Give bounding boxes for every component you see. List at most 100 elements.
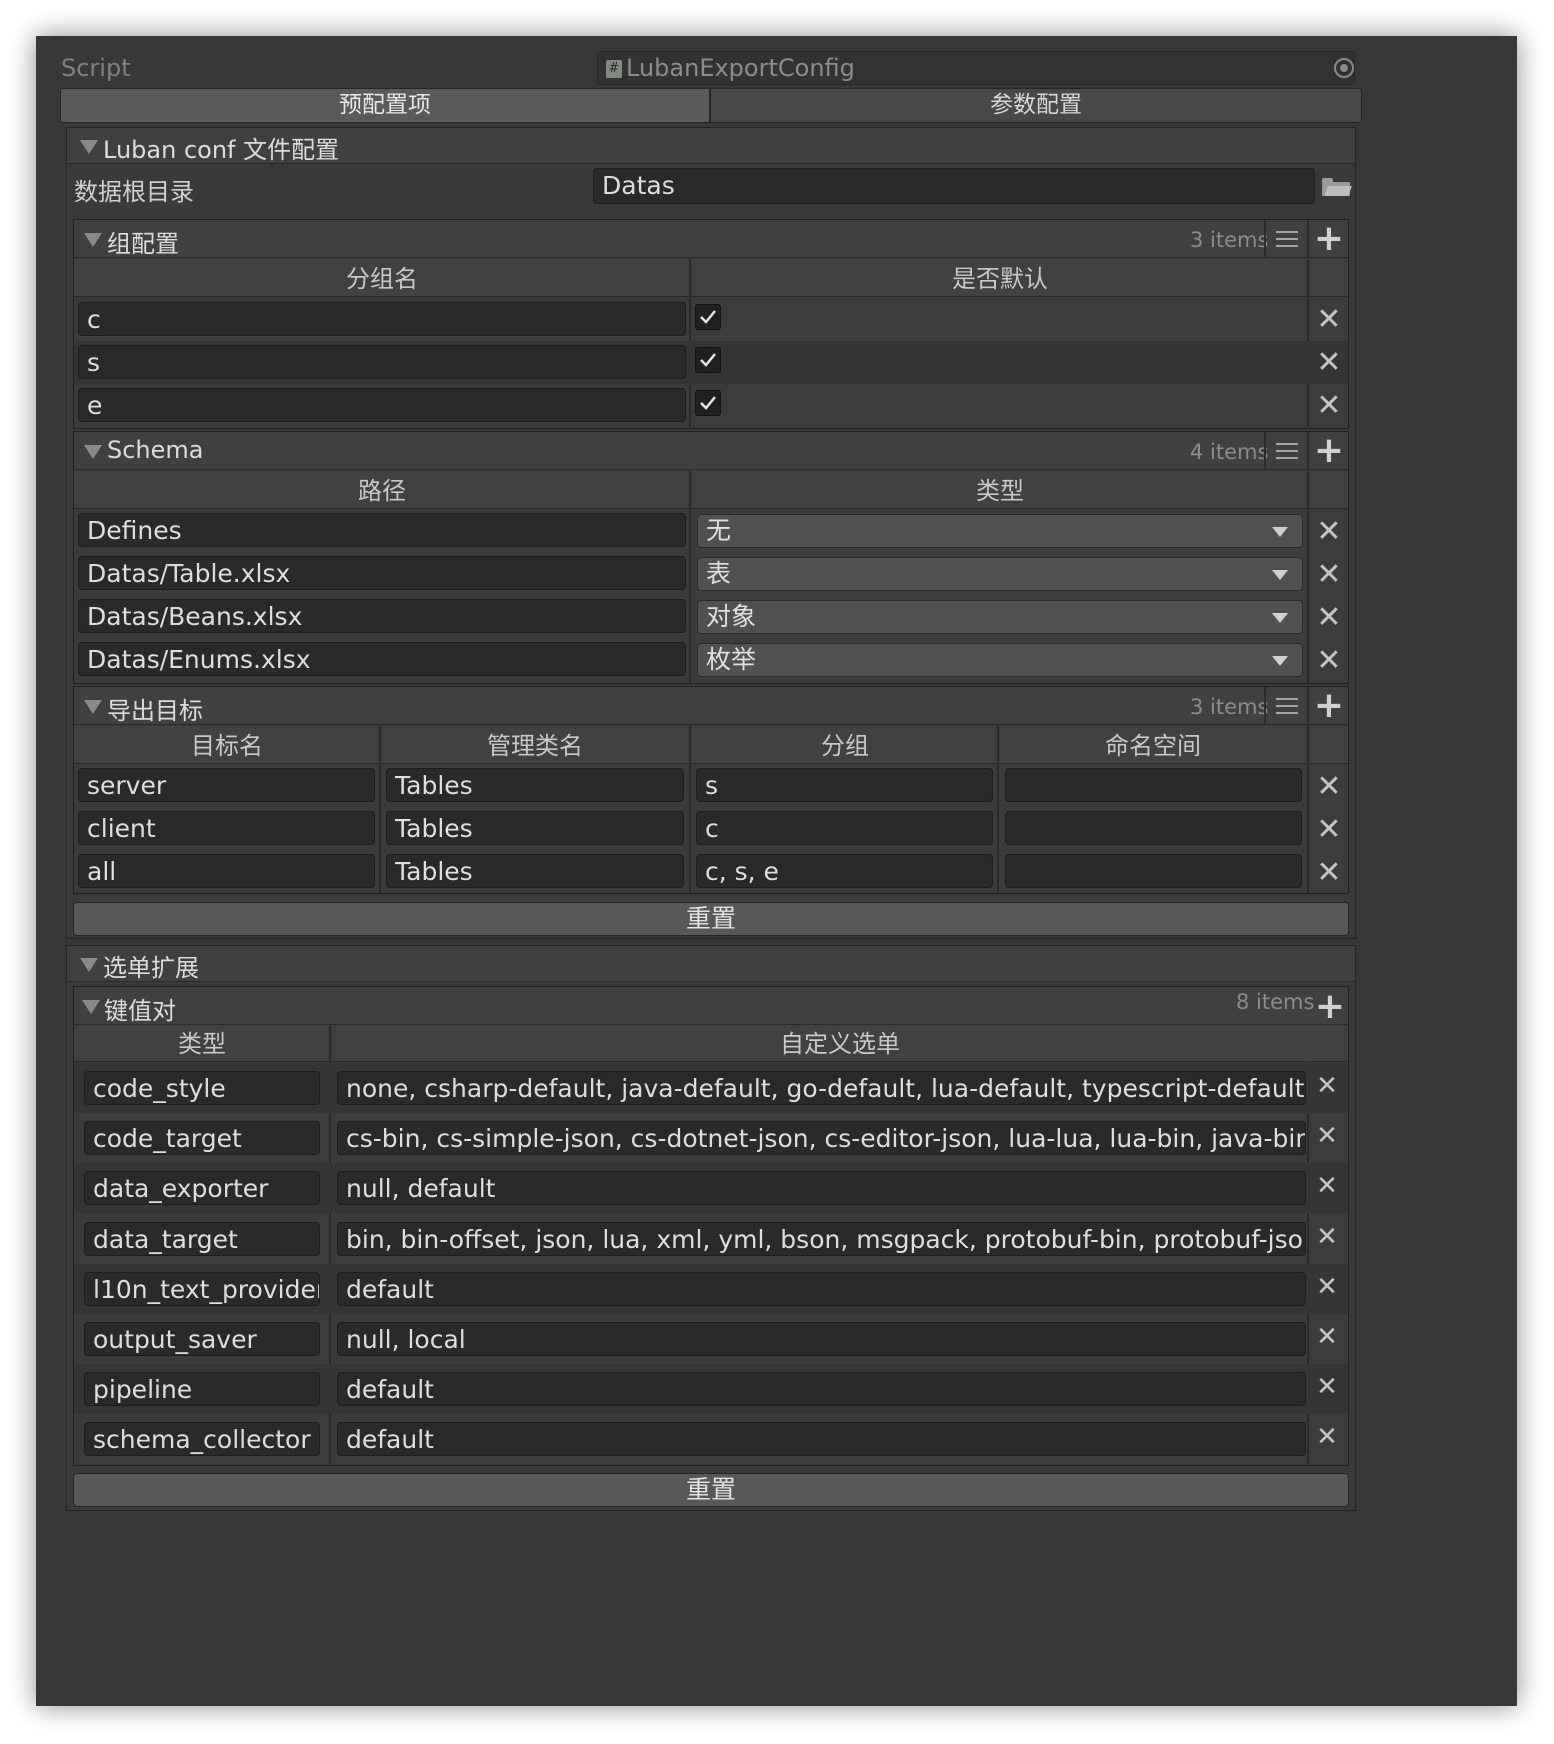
schema-path-input[interactable]: Defines [78, 513, 686, 547]
list-menu-icon[interactable] [1276, 443, 1298, 459]
groups-input[interactable]: c, s, e [696, 854, 993, 888]
remove-x-icon[interactable]: ✕ [1315, 517, 1343, 547]
luban-conf-foldout[interactable]: Luban conf 文件配置 [67, 128, 1355, 164]
list-menu-icon[interactable] [1276, 698, 1298, 714]
remove-x-icon[interactable]: ✕ [1313, 1423, 1341, 1451]
remove-x-icon[interactable]: ✕ [1315, 305, 1343, 335]
group-default-checkbox[interactable] [695, 390, 721, 416]
group-default-checkbox[interactable] [695, 304, 721, 330]
tab-params-label: 参数配置 [990, 92, 1082, 118]
tab-params[interactable]: 参数配置 [710, 88, 1362, 123]
kv-menu-input[interactable]: null, local [337, 1322, 1306, 1356]
remove-x-icon[interactable]: ✕ [1313, 1223, 1341, 1251]
remove-x-icon[interactable]: ✕ [1315, 772, 1343, 802]
groups-input[interactable]: s [696, 768, 993, 802]
chevron-down-icon [1272, 527, 1288, 537]
group-name-input[interactable]: s [78, 345, 686, 379]
add-plus-icon[interactable]: + [1313, 433, 1345, 469]
add-plus-icon[interactable]: + [1313, 688, 1345, 724]
remove-x-icon[interactable]: ✕ [1315, 858, 1343, 888]
manager-class-input[interactable]: Tables [386, 854, 684, 888]
remove-x-icon[interactable]: ✕ [1313, 1172, 1341, 1200]
schema-path-input[interactable]: Datas/Enums.xlsx [78, 642, 686, 676]
schema-type-dropdown[interactable]: 无 [697, 514, 1303, 548]
schema-type-dropdown[interactable]: 枚举 [697, 643, 1303, 677]
foldout-triangle-icon [80, 958, 98, 972]
kv-type-input[interactable]: l10n_text_provider_nar [84, 1272, 320, 1306]
foldout-triangle-icon [84, 233, 102, 247]
kv-type-input[interactable]: schema_collector [84, 1422, 320, 1456]
luban-conf-title: Luban conf 文件配置 [103, 136, 340, 164]
schema-col-type: 类型 [692, 471, 1308, 509]
namespace-input[interactable] [1005, 854, 1302, 888]
add-plus-icon[interactable]: + [1314, 989, 1346, 1025]
namespace-input[interactable] [1005, 811, 1302, 845]
data-root-input[interactable]: Datas [593, 168, 1315, 204]
target-name-input[interactable]: client [78, 811, 375, 845]
schema-type-dropdown[interactable]: 表 [697, 557, 1303, 591]
kv-menu-input[interactable]: default [337, 1272, 1306, 1306]
target-name-input[interactable]: server [78, 768, 375, 802]
object-picker-icon[interactable] [1334, 58, 1354, 78]
kv-menu-input[interactable]: default [337, 1372, 1306, 1406]
manager-class-input[interactable]: Tables [386, 768, 684, 802]
foldout-triangle-icon [82, 1000, 100, 1014]
kv-menu-input[interactable]: none, csharp-default, java-default, go-d… [337, 1071, 1306, 1105]
kv-menu-input[interactable]: cs-bin, cs-simple-json, cs-dotnet-json, … [337, 1121, 1306, 1155]
remove-x-icon[interactable]: ✕ [1313, 1273, 1341, 1301]
schema-count: 4 items [1190, 440, 1269, 464]
export-target-header[interactable]: 导出目标 3 items + [74, 687, 1348, 725]
kv-type-input[interactable]: pipeline [84, 1372, 320, 1406]
group-name-input[interactable]: e [78, 388, 686, 422]
script-field[interactable]: # LubanExportConfig [597, 51, 1355, 85]
remove-x-icon[interactable]: ✕ [1315, 560, 1343, 590]
kv-type-input[interactable]: output_saver [84, 1322, 320, 1356]
kv-type-input[interactable]: code_style [84, 1071, 320, 1105]
remove-x-icon[interactable]: ✕ [1315, 348, 1343, 378]
export-target-title: 导出目标 [107, 697, 203, 725]
groups-input[interactable]: c [696, 811, 993, 845]
kv-col-type: 类型 [74, 1026, 330, 1062]
kv-col-menu: 自定义选单 [332, 1026, 1348, 1062]
kv-header[interactable]: 键值对 8 items + [74, 987, 1348, 1025]
list-menu-icon[interactable] [1276, 231, 1298, 247]
schema-path-input[interactable]: Datas/Table.xlsx [78, 556, 686, 590]
group-col-name: 分组名 [74, 259, 690, 297]
kv-menu-input[interactable]: bin, bin-offset, json, lua, xml, yml, bs… [337, 1222, 1306, 1256]
remove-x-icon[interactable]: ✕ [1315, 391, 1343, 421]
schema-type-dropdown[interactable]: 对象 [697, 600, 1303, 634]
schema-header[interactable]: Schema 4 items + [74, 432, 1348, 470]
remove-x-icon[interactable]: ✕ [1313, 1373, 1341, 1401]
tab-preconfig[interactable]: 预配置项 [60, 88, 710, 123]
remove-x-icon[interactable]: ✕ [1313, 1323, 1341, 1351]
reset-button[interactable]: 重置 [73, 902, 1349, 936]
checkmark-icon [700, 353, 716, 367]
remove-x-icon[interactable]: ✕ [1313, 1072, 1341, 1100]
kv-type-input[interactable]: data_target [84, 1222, 320, 1256]
kv-type-input[interactable]: data_exporter [84, 1171, 320, 1205]
folder-icon[interactable] [1322, 178, 1352, 196]
foldout-triangle-icon [84, 700, 102, 714]
group-default-checkbox[interactable] [695, 347, 721, 373]
group-name-input[interactable]: c [78, 302, 686, 336]
remove-x-icon[interactable]: ✕ [1313, 1122, 1341, 1150]
menu-ext-foldout[interactable]: 选单扩展 [67, 946, 1355, 982]
manager-class-input[interactable]: Tables [386, 811, 684, 845]
kv-menu-input[interactable]: default [337, 1422, 1306, 1456]
group-config-header[interactable]: 组配置 3 items + [74, 220, 1348, 258]
kv-menu-input[interactable]: null, default [337, 1171, 1306, 1205]
namespace-input[interactable] [1005, 768, 1302, 802]
schema-path-input[interactable]: Datas/Beans.xlsx [78, 599, 686, 633]
export-col-groups: 分组 [692, 726, 998, 764]
add-plus-icon[interactable]: + [1313, 221, 1345, 257]
checkmark-icon [700, 310, 716, 324]
export-col-manager: 管理类名 [382, 726, 688, 764]
remove-x-icon[interactable]: ✕ [1315, 603, 1343, 633]
reset-button[interactable]: 重置 [73, 1473, 1349, 1507]
target-name-input[interactable]: all [78, 854, 375, 888]
kv-type-input[interactable]: code_target [84, 1121, 320, 1155]
remove-x-icon[interactable]: ✕ [1315, 815, 1343, 845]
chevron-down-icon [1272, 656, 1288, 666]
remove-x-icon[interactable]: ✕ [1315, 646, 1343, 676]
kv-count: 8 items [1236, 990, 1315, 1014]
